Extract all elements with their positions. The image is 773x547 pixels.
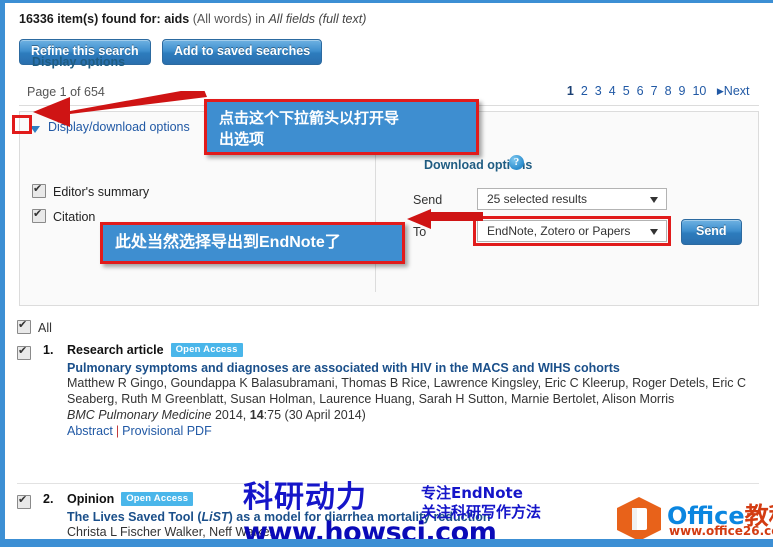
page-link-1[interactable]: 1 [567,84,574,98]
help-icon[interactable]: ? [509,155,524,170]
chevron-down-icon [650,197,658,203]
open-access-badge: Open Access [170,343,243,357]
result-title-post: ) as a model for diarrhea mortality redu… [228,510,491,524]
bottom-accent-bar [5,539,773,547]
annotation-1-line2: 出选项 [219,131,265,148]
checkbox-icon[interactable] [32,207,46,223]
link-separator: | [115,424,120,438]
send-select-value: 25 selected results [487,192,588,206]
checkbox-citation[interactable]: Citation [32,207,96,224]
add-to-saved-searches-button[interactable]: Add to saved searches [162,39,323,65]
next-page-link[interactable]: ▶Next [717,84,750,98]
page-indicator: Page 1 of 654 [27,85,105,99]
result-year: 2014, [214,408,247,422]
result-type: Research article [67,343,164,357]
abstract-link[interactable]: Abstract [67,424,113,438]
send-select[interactable]: 25 selected results [477,188,667,210]
checkbox-icon[interactable] [17,493,31,509]
page-link-2[interactable]: 2 [581,84,588,98]
results-divider [17,483,759,484]
page-link-9[interactable]: 9 [679,84,686,98]
checkbox-editors-summary-label: Editor's summary [53,185,150,199]
search-scope: All fields (full text) [268,12,367,26]
result-title-link[interactable]: The Lives Saved Tool (LiST) as a model f… [67,510,767,524]
checkbox-icon[interactable] [17,318,31,334]
search-query: aids [164,12,190,26]
to-select-value: EndNote, Zotero or Papers [487,224,631,238]
checkbox-icon[interactable] [17,344,31,360]
result-number: 1. [43,343,54,357]
browser-page: 16336 item(s) found for: aids (All words… [0,0,773,547]
page-link-6[interactable]: 6 [637,84,644,98]
result-pages: :75 [263,408,282,422]
result-title-italic: LiST [201,510,229,524]
result-authors: Matthew R Gingo, Goundappa K Balasubrama… [67,376,747,406]
checkbox-editors-summary[interactable]: Editor's summary [32,182,150,199]
result-number: 2. [43,492,54,506]
page-links: 1 2 3 4 5 6 7 8 9 10 ▶Next [563,84,753,98]
result-date: (30 April 2014) [284,408,366,422]
select-all-row[interactable]: All [17,318,52,335]
annotation-1-line1: 点击这个下拉箭头以打开导 [219,110,400,127]
disclosure-triangle-button[interactable] [28,121,43,136]
caret-right-icon: ▶ [716,86,724,96]
chevron-down-icon [650,229,658,235]
page-link-4[interactable]: 4 [609,84,616,98]
found-text: item(s) found for: [57,12,161,26]
result-journal: BMC Pulmonary Medicine [67,408,212,422]
provisional-pdf-link[interactable]: Provisional PDF [122,424,212,438]
search-qualifier: (All words) [192,12,252,26]
result-type: Opinion [67,492,115,506]
result-links: Abstract | Provisional PDF [67,424,767,438]
page-link-8[interactable]: 8 [665,84,672,98]
page-link-5[interactable]: 5 [623,84,630,98]
annotation-2-text: 此处当然选择导出到EndNote了 [115,234,341,251]
chevron-down-icon [30,126,40,133]
result-title-pre: The Lives Saved Tool ( [67,510,202,524]
select-all-label: All [38,321,52,335]
to-select[interactable]: EndNote, Zotero or Papers [477,220,667,242]
in-word: in [255,12,265,26]
send-label: Send [413,193,443,207]
annotation-callout-1: 点击这个下拉箭头以打开导 出选项 [204,99,479,155]
result-count: 16336 [19,12,54,26]
open-access-badge: Open Access [121,492,194,506]
display-options-title: Display options [32,55,126,69]
next-label: Next [723,84,750,98]
search-summary: 16336 item(s) found for: aids (All words… [19,12,366,26]
result-title-link[interactable]: Pulmonary symptoms and diagnoses are ass… [67,361,767,375]
display-download-options-label[interactable]: Display/download options [48,120,190,134]
annotation-callout-2: 此处当然选择导出到EndNote了 [100,222,405,264]
page-link-10[interactable]: 10 [692,84,706,98]
page-link-3[interactable]: 3 [595,84,602,98]
result-volume: 14 [249,408,264,422]
page-link-7[interactable]: 7 [651,84,658,98]
send-button[interactable]: Send [681,219,742,245]
to-label: To [413,225,427,239]
result-citation: BMC Pulmonary Medicine 2014, 14:75 (30 A… [67,408,767,422]
checkbox-citation-label: Citation [53,210,96,224]
checkbox-icon[interactable] [32,182,46,198]
